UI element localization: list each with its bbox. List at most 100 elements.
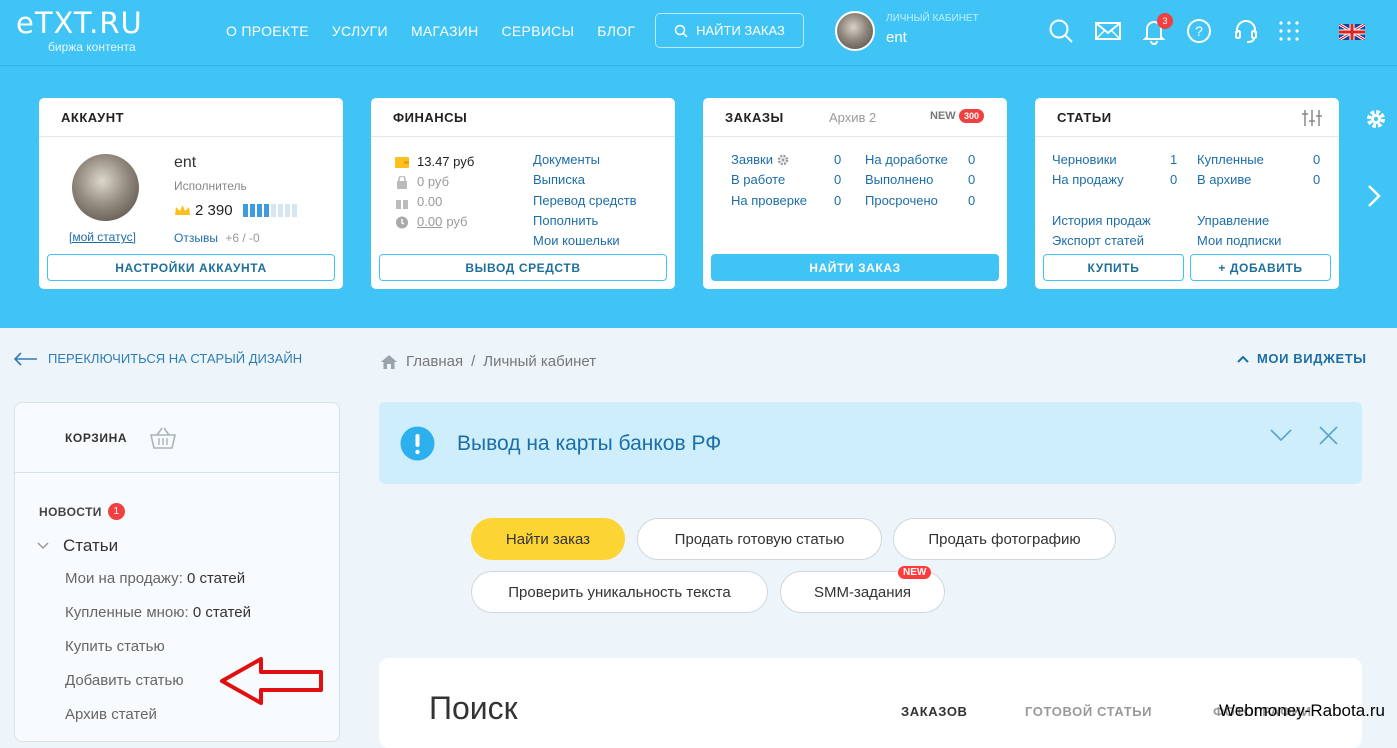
breadcrumb-home[interactable]: Главная	[406, 353, 463, 370]
username[interactable]: ent	[886, 29, 907, 46]
find-order-card-button[interactable]: НАЙТИ ЗАКАЗ	[711, 254, 999, 281]
wallet-icon	[395, 156, 409, 168]
mail-icon[interactable]	[1094, 17, 1122, 45]
account-avatar[interactable]	[72, 154, 139, 221]
nav-services[interactable]: УСЛУГИ	[332, 23, 388, 39]
chevron-right-icon[interactable]	[1367, 184, 1381, 208]
account-role: Исполнитель	[174, 179, 247, 193]
articles-links-left: История продаж Экспорт статей	[1052, 211, 1151, 252]
orders-left: Заявки В работе На проверке	[731, 150, 807, 211]
check-uniqueness-pill[interactable]: Проверить уникальность текста	[471, 571, 768, 613]
link-wallets[interactable]: Мои кошельки	[533, 231, 637, 251]
apps-icon[interactable]	[1275, 17, 1303, 45]
link-subscriptions[interactable]: Мои подписки	[1197, 231, 1281, 251]
articles-for-sale[interactable]: На продажу	[1052, 170, 1124, 190]
orders-title: ЗАКАЗЫ	[725, 110, 784, 125]
cart-link[interactable]: КОРЗИНА	[15, 403, 339, 473]
nav-blog[interactable]: БЛОГ	[597, 23, 635, 39]
link-topup[interactable]: Пополнить	[533, 211, 637, 231]
sell-photo-pill[interactable]: Продать фотографию	[893, 518, 1116, 560]
help-icon[interactable]: ?	[1185, 17, 1213, 45]
smm-new-badge: NEW	[898, 566, 932, 579]
search-tab-articles[interactable]: ГОТОВОЙ СТАТЬИ	[1025, 704, 1152, 719]
nav-shop[interactable]: МАГАЗИН	[411, 23, 479, 39]
sliders-icon[interactable]	[1301, 109, 1323, 127]
sidebar-item-buy-article[interactable]: Купить статью	[65, 638, 165, 655]
nav-about[interactable]: О ПРОЕКТЕ	[226, 23, 309, 39]
alert-title[interactable]: Вывод на карты банков РФ	[457, 432, 721, 456]
sell-article-pill[interactable]: Продать готовую статью	[637, 518, 882, 560]
orders-header: ЗАКАЗЫ Архив 2 NEW 300	[703, 98, 1007, 137]
add-article-button[interactable]: + ДОБАВИТЬ	[1190, 254, 1331, 281]
settings-gear-icon[interactable]	[1365, 108, 1387, 130]
orders-right-values: 0 0 0	[968, 150, 975, 211]
link-statement[interactable]: Выписка	[533, 170, 637, 190]
chevron-down-icon[interactable]	[1270, 429, 1292, 443]
switch-old-design-link[interactable]: ПЕРЕКЛЮЧИТЬСЯ НА СТАРЫЙ ДИЗАЙН	[14, 351, 302, 366]
search-icon[interactable]	[1047, 17, 1075, 45]
notifications-badge: 3	[1157, 13, 1173, 29]
link-export-articles[interactable]: Экспорт статей	[1052, 231, 1151, 251]
find-order-label: НАЙТИ ЗАКАЗ	[696, 23, 785, 38]
search-tab-orders[interactable]: ЗАКАЗОВ	[901, 704, 968, 719]
user-avatar[interactable]	[835, 11, 875, 51]
withdraw-button[interactable]: ВЫВОД СРЕДСТВ	[379, 254, 667, 281]
gear-icon[interactable]	[777, 154, 789, 166]
articles-for-sale-count: 0	[1170, 172, 1178, 188]
news-count-badge: 1	[107, 503, 125, 520]
link-transfer[interactable]: Перевод средств	[533, 191, 637, 211]
close-icon[interactable]	[1319, 426, 1338, 445]
rating-bar	[242, 204, 297, 217]
gift-icon	[396, 196, 408, 209]
my-widgets-label: МОИ ВИДЖЕТЫ	[1257, 351, 1367, 366]
sidebar-item-archive[interactable]: Архив статей	[65, 706, 157, 723]
orders-requests[interactable]: Заявки	[731, 150, 773, 170]
account-settings-button[interactable]: НАСТРОЙКИ АККАУНТА	[47, 254, 335, 281]
orders-done[interactable]: Выполнено	[865, 170, 948, 190]
clock-icon	[396, 216, 408, 228]
support-icon[interactable]	[1232, 17, 1260, 45]
link-documents[interactable]: Документы	[533, 150, 637, 170]
orders-right: На доработке Выполнено Просрочено	[865, 150, 948, 211]
sidebar-articles-toggle[interactable]: Статьи	[37, 536, 118, 556]
articles-drafts[interactable]: Черновики	[1052, 150, 1124, 170]
bonus-value: 0.00	[417, 194, 443, 209]
search-icon	[674, 24, 688, 38]
articles-left-values: 1 0	[1170, 150, 1177, 191]
orders-on-review[interactable]: На проверке	[731, 191, 807, 211]
sidebar-item-my-for-sale[interactable]: Мои на продажу: 0 статей	[65, 570, 245, 587]
buy-articles-button[interactable]: КУПИТЬ	[1043, 254, 1184, 281]
nav-tools[interactable]: СЕРВИСЫ	[502, 23, 575, 39]
my-widgets-toggle[interactable]: МОИ ВИДЖЕТЫ	[1237, 351, 1367, 366]
pending-value[interactable]: 0.00	[417, 212, 442, 232]
logo[interactable]: eTXT.RU	[16, 6, 143, 40]
account-card: АККАУНТ [мой статус] ent Исполнитель 2 3…	[39, 98, 343, 289]
sidebar-item-bought[interactable]: Купленные мною: 0 статей	[65, 604, 251, 621]
svg-text:?: ?	[1195, 23, 1203, 39]
account-reviews[interactable]: Отзывы +6 / -0	[174, 231, 260, 245]
articles-bought[interactable]: Купленные	[1197, 150, 1264, 170]
sidebar-item-add-article[interactable]: Добавить статью	[65, 672, 184, 689]
orders-new-label[interactable]: NEW	[930, 110, 956, 122]
orders-revision[interactable]: На доработке	[865, 150, 948, 170]
find-order-button[interactable]: НАЙТИ ЗАКАЗ	[655, 13, 804, 48]
cabinet-label: ЛИЧНЫЙ КАБИНЕТ	[886, 13, 979, 24]
sidebar-item-value: 0 статей	[192, 604, 251, 621]
find-order-pill[interactable]: Найти заказ	[471, 518, 625, 560]
cart-label: КОРЗИНА	[65, 430, 128, 445]
basket-icon	[150, 427, 177, 449]
orders-overdue[interactable]: Просрочено	[865, 191, 948, 211]
link-sales-history[interactable]: История продаж	[1052, 211, 1151, 231]
finance-card: ФИНАНСЫ 13.47 руб 0 руб 0.00 0.00 руб Док…	[371, 98, 675, 289]
link-manage[interactable]: Управление	[1197, 211, 1281, 231]
orders-archive[interactable]: Архив 2	[829, 110, 876, 125]
sidebar-news[interactable]: НОВОСТИ 1	[39, 503, 125, 520]
crown-icon	[175, 205, 190, 215]
home-icon[interactable]	[380, 354, 398, 370]
uk-flag-icon[interactable]	[1339, 24, 1365, 40]
articles-archived[interactable]: В архиве	[1197, 170, 1264, 190]
widgets-panel: АККАУНТ [мой статус] ent Исполнитель 2 3…	[0, 66, 1397, 328]
account-status-link[interactable]: [мой статус]	[69, 230, 136, 244]
orders-in-progress[interactable]: В работе	[731, 170, 807, 190]
news-label: НОВОСТИ	[39, 504, 102, 519]
